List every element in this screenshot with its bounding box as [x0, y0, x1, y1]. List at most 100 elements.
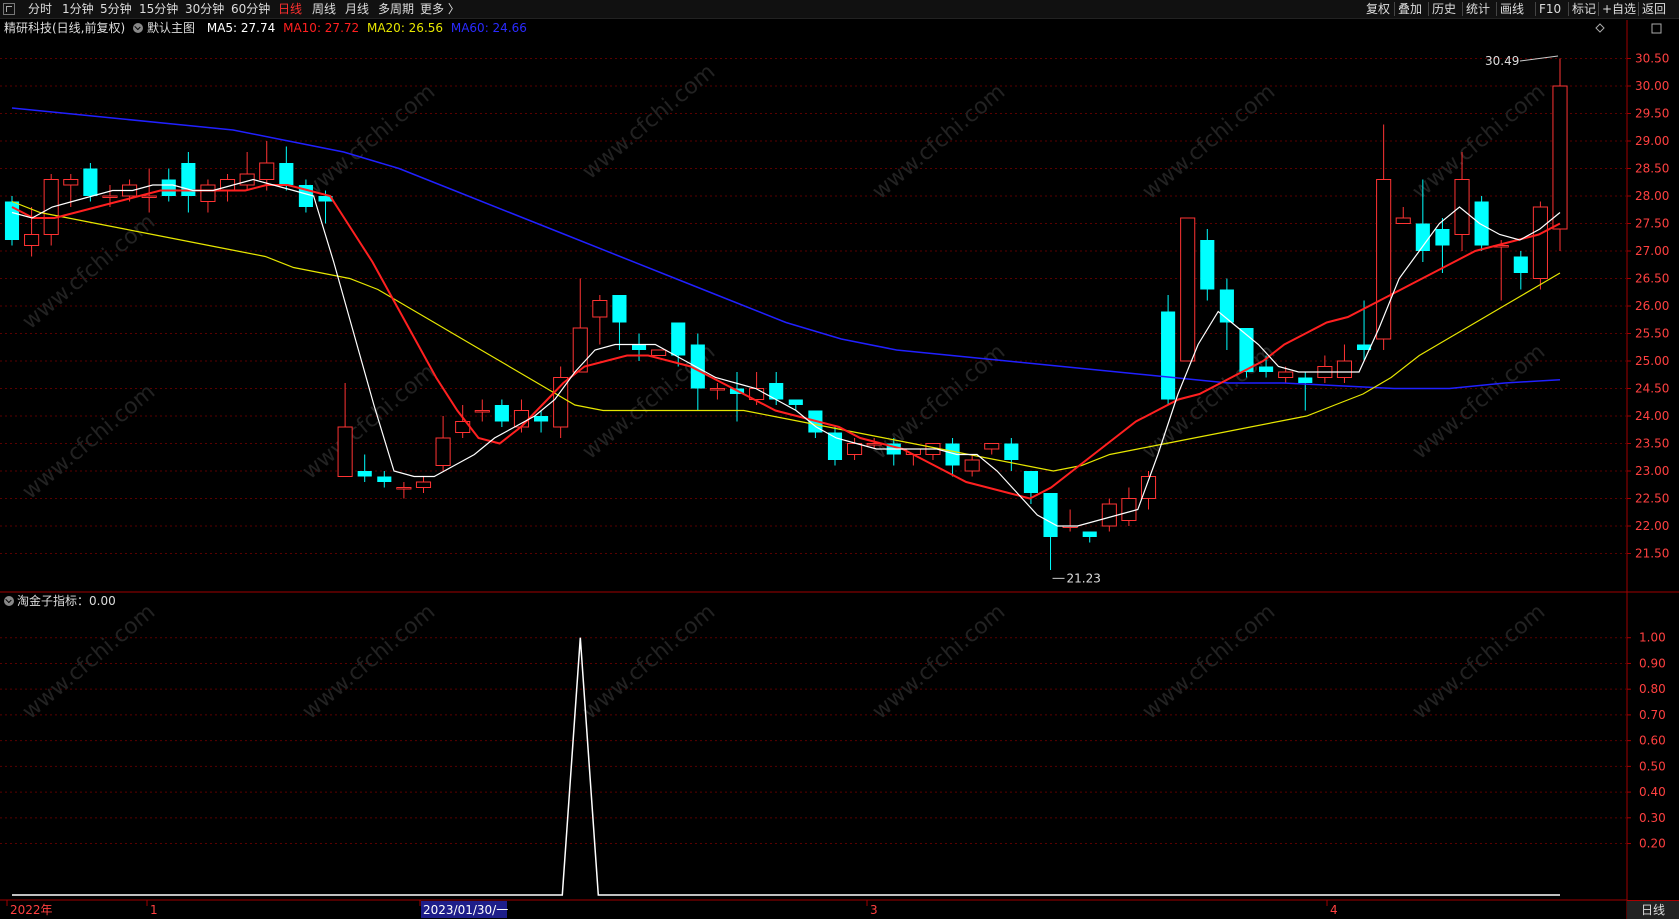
candle-body-up: [200, 184, 216, 202]
sub-tick-label: 0.70: [1639, 708, 1666, 722]
ma60-line: [11, 107, 1561, 390]
candle-body-down: [494, 405, 509, 422]
sub-tick-label: 0.80: [1639, 682, 1666, 696]
ma5-line: [11, 178, 1561, 527]
watermark-text: www.cfchi.com: [578, 599, 720, 724]
price-tick-label: 25.50: [1635, 327, 1669, 341]
watermark-text: www.cfchi.com: [298, 599, 440, 724]
price-tick-label: 23.50: [1635, 437, 1669, 451]
low-price-label: 21.23: [1067, 571, 1101, 585]
candle-body-down: [1004, 443, 1019, 460]
candle-body-up: [1336, 360, 1353, 378]
candle-body-down: [1023, 471, 1038, 493]
candle-body-down: [1082, 531, 1097, 537]
layout-icon: [1651, 23, 1662, 34]
sub-tick-label: 0.90: [1639, 656, 1666, 670]
sub-tick-label: 0.60: [1639, 734, 1666, 748]
time-axis-label: 2023/01/30/一: [423, 903, 508, 917]
candle-body-down: [1474, 201, 1489, 246]
period-tab-daily[interactable]: 日线: [1627, 900, 1679, 919]
candle-body-up: [984, 443, 1000, 450]
candle-body-up: [63, 179, 79, 186]
candle-body-down: [534, 416, 549, 422]
candle-body-up: [1552, 85, 1568, 230]
watermark-text: www.cfchi.com: [298, 359, 440, 484]
candle-body-up: [709, 388, 725, 391]
price-tick-label: 28.50: [1635, 162, 1669, 176]
price-tick-label: 26.50: [1635, 272, 1669, 286]
time-axis-label: 3: [870, 903, 878, 917]
candle-body-down: [1219, 289, 1234, 323]
ma20-line: [11, 200, 1561, 472]
watermark-text: www.cfchi.com: [868, 79, 1010, 204]
price-tick-label: 30.50: [1635, 52, 1669, 66]
price-tick-label: 24.00: [1635, 409, 1669, 423]
candle-body-down: [1259, 366, 1274, 372]
watermark-text: www.cfchi.com: [1408, 599, 1550, 724]
candle-body-up: [1180, 217, 1196, 362]
watermark-text: www.cfchi.com: [1138, 79, 1280, 204]
price-tick-label: 30.00: [1635, 79, 1669, 93]
candle-body-down: [377, 476, 392, 482]
price-tick-label: 28.00: [1635, 189, 1669, 203]
candle-body-down: [1043, 493, 1058, 537]
candle-body-down: [161, 179, 176, 196]
price-tick-label: 22.50: [1635, 492, 1669, 506]
ma10-line: [11, 184, 1561, 500]
candle-body-up: [1395, 217, 1411, 224]
candle-body-up: [474, 410, 490, 413]
candle-body-up: [592, 300, 608, 318]
candle-body-up: [1454, 179, 1470, 235]
candle-body-up: [1376, 179, 1392, 340]
candle-body-down: [788, 399, 803, 405]
price-tick-label: 27.00: [1635, 244, 1669, 258]
high-price-label: 30.49: [1485, 54, 1519, 68]
watermark-text: www.cfchi.com: [18, 209, 160, 334]
watermark-text: www.cfchi.com: [868, 599, 1010, 724]
watermark-text: www.cfchi.com: [1138, 599, 1280, 724]
watermark-text: www.cfchi.com: [298, 79, 440, 204]
time-axis-label: 2022年: [10, 903, 53, 917]
price-tick-label: 25.00: [1635, 354, 1669, 368]
watermark-text: www.cfchi.com: [18, 379, 160, 504]
sub-tick-label: 0.50: [1639, 759, 1666, 773]
candle-body-down: [1200, 240, 1215, 290]
candle-body-down: [357, 471, 372, 477]
watermark-text: www.cfchi.com: [1408, 339, 1550, 464]
kline-chart[interactable]: 21.50 22.00 22.50 23.00 23.50 24.00 24.50 25.00…: [0, 0, 1679, 919]
price-tick-label: 29.00: [1635, 134, 1669, 148]
candle-body-down: [671, 322, 686, 356]
candle-body-down: [1298, 377, 1313, 383]
candle-body-up: [1278, 371, 1294, 378]
candle-body-up: [141, 195, 157, 198]
candle-body-up: [415, 481, 432, 488]
watermark-text: www.cfchi.com: [1138, 339, 1280, 464]
diamond-icon: [1595, 23, 1605, 33]
price-tick-label: 29.50: [1635, 107, 1669, 121]
candle-body-up: [847, 443, 863, 455]
candle-body-up: [651, 349, 667, 356]
candle-body-down: [1161, 311, 1176, 400]
candle-body-down: [1513, 256, 1528, 273]
candle-body-up: [1121, 498, 1137, 521]
time-axis-label: 1: [150, 903, 158, 917]
candle-body-up: [435, 437, 451, 466]
watermark-text: www.cfchi.com: [18, 599, 160, 724]
candle-body-up: [513, 410, 530, 428]
candle-body-down: [83, 168, 98, 196]
price-tick-label: 21.50: [1635, 547, 1669, 561]
sub-tick-label: 0.40: [1639, 785, 1666, 799]
candle-body-down: [279, 163, 294, 185]
candle-body-down: [612, 295, 627, 323]
price-tick-label: 26.00: [1635, 299, 1669, 313]
candle-body-down: [631, 344, 647, 350]
candle-body-up: [102, 195, 118, 198]
sub-tick-label: 0.20: [1639, 837, 1666, 851]
price-tick-label: 23.00: [1635, 464, 1669, 478]
candle-body-up: [1101, 503, 1117, 527]
watermark-text: www.cfchi.com: [1408, 79, 1550, 204]
candle-body-up: [964, 459, 980, 472]
candle-body-down: [1435, 229, 1450, 246]
time-axis-label: 4: [1330, 903, 1338, 917]
price-tick-label: 22.00: [1635, 519, 1669, 533]
